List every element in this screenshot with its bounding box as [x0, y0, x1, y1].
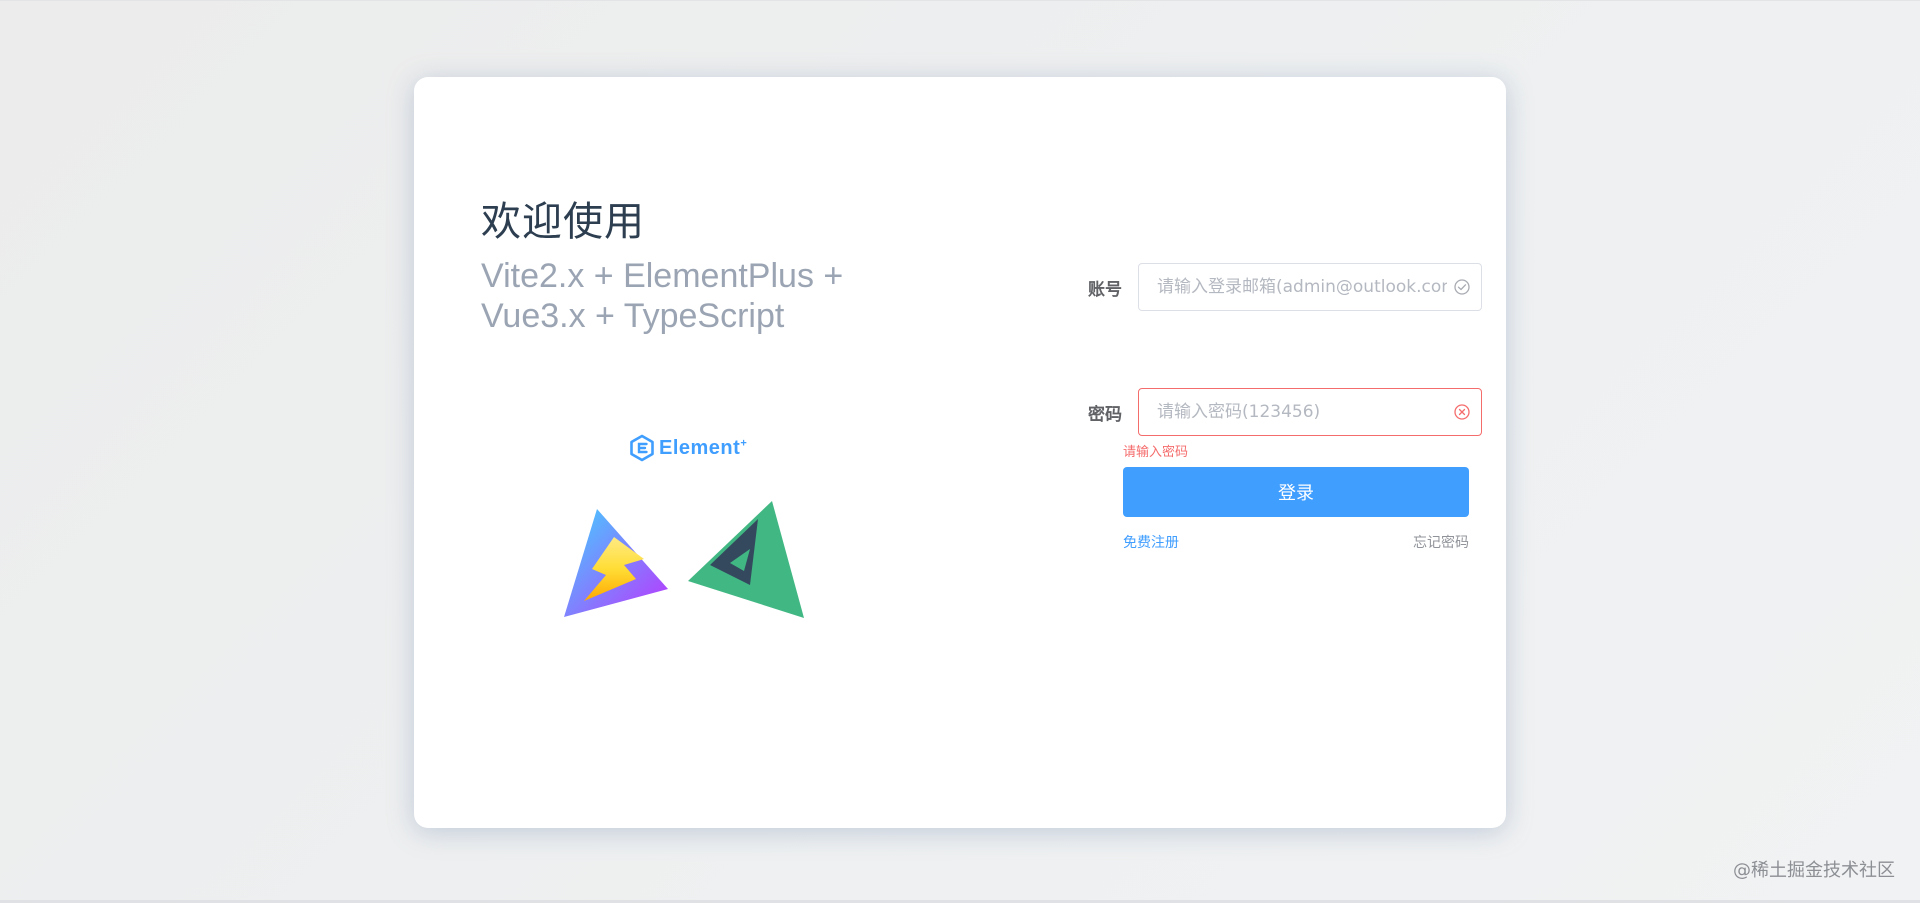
login-button[interactable]: 登录	[1123, 467, 1469, 517]
password-input[interactable]	[1139, 390, 1447, 434]
vue-logo	[688, 501, 804, 618]
login-card: 欢迎使用 Vite2.x + ElementPlus + Vue3.x + Ty…	[414, 77, 1506, 828]
forgot-password-link[interactable]: 忘记密码	[1394, 532, 1469, 552]
element-logo-word: Element	[659, 436, 741, 459]
element-logo-text: Element+	[659, 437, 747, 460]
account-row: 账号	[1074, 263, 1482, 311]
account-input-wrapper	[1138, 263, 1482, 311]
watermark: @稀土掘金技术社区	[1733, 860, 1895, 881]
account-input[interactable]	[1139, 265, 1447, 309]
register-link[interactable]: 免费注册	[1123, 532, 1179, 552]
circle-check-icon	[1454, 279, 1470, 295]
element-logo-plus: +	[740, 436, 748, 449]
welcome-title: 欢迎使用	[481, 199, 645, 245]
password-label: 密码	[1088, 404, 1122, 425]
top-border	[0, 0, 1920, 1]
password-input-wrapper	[1138, 388, 1482, 436]
password-row: 密码	[1074, 388, 1482, 436]
password-error-message: 请输入密码	[1123, 445, 1189, 460]
element-hexagon-icon	[630, 434, 654, 462]
vite-logo	[564, 509, 668, 617]
circle-close-icon[interactable]	[1453, 403, 1471, 421]
welcome-subtitle: Vite2.x + ElementPlus + Vue3.x + TypeScr…	[481, 257, 844, 335]
element-plus-logo: Element+	[629, 431, 747, 465]
account-label: 账号	[1088, 279, 1122, 300]
